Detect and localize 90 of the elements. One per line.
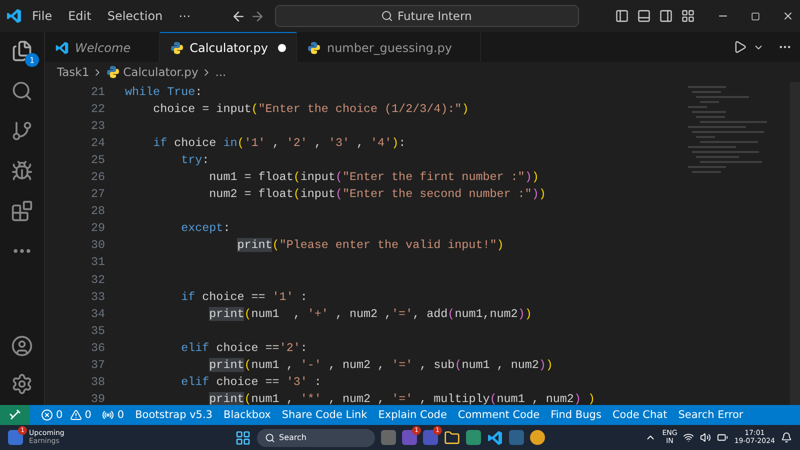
settings-icon[interactable] [11, 373, 33, 395]
antenna-icon [102, 409, 114, 421]
line-number: 29 [90, 221, 106, 236]
line-number: 27 [90, 187, 106, 202]
run-icon[interactable] [733, 40, 747, 54]
menu-item[interactable]: File [26, 7, 58, 25]
code-line: elif choice == '3' : [180, 375, 322, 390]
bug-icon[interactable] [11, 160, 33, 182]
breadcrumb-item[interactable]: ... [215, 65, 226, 79]
code-line: except: [180, 221, 230, 236]
code-line: while True: [125, 84, 202, 99]
start-icon[interactable] [235, 430, 251, 446]
panel-toggle-icon[interactable] [637, 9, 651, 23]
taskbar-search-field[interactable]: Search [257, 428, 375, 446]
code-line: elif choice =='2': [180, 340, 308, 355]
line-number: 23 [90, 118, 106, 133]
line-number: 37 [90, 358, 106, 372]
line-number: 34 [90, 306, 106, 321]
python-icon [306, 40, 321, 54]
python-icon [106, 65, 120, 79]
code-line: if choice in('1' , '2' , '3' , '4'): [152, 136, 406, 150]
warning-icon [70, 409, 82, 421]
menu-item[interactable]: Selection [101, 7, 169, 25]
bell-icon[interactable] [781, 432, 792, 443]
breadcrumb-item[interactable]: Task1 [57, 65, 90, 79]
code-line: try: [180, 152, 210, 167]
sidebar-toggle-icon[interactable] [615, 9, 629, 23]
warning-count: 0 [84, 409, 92, 421]
code-line: print(num1 , '+' , num2 ,'=', add(num1,num2)) [208, 306, 532, 321]
search-icon [381, 10, 394, 22]
command-search-field[interactable]: Future Intern [274, 5, 579, 27]
code-line: num1 = float(input("Enter the firnt number :")) [208, 170, 539, 184]
line-number: 24 [90, 136, 106, 150]
status-item[interactable]: Explain Code [378, 409, 447, 421]
line-number: 25 [90, 152, 106, 167]
search-icon [265, 432, 275, 442]
line-number: 28 [90, 204, 106, 218]
status-item[interactable]: Bootstrap v5.3 [135, 409, 212, 421]
folder-icon[interactable] [444, 430, 460, 446]
remote-button[interactable] [0, 405, 30, 425]
vscode-logo-icon [487, 430, 503, 446]
line-number: 22 [90, 102, 106, 116]
account-icon[interactable] [11, 335, 33, 357]
line-number: 30 [90, 238, 106, 252]
close-icon[interactable] [782, 10, 794, 22]
layout-icon[interactable] [681, 9, 695, 23]
code-line: if choice == '1' : [180, 290, 308, 304]
line-number: 26 [90, 170, 106, 184]
line-number: 33 [90, 290, 106, 304]
problems-status[interactable]: 0 0 [41, 409, 92, 421]
error-count: 0 [56, 409, 63, 421]
unsaved-dot-icon [278, 44, 286, 52]
line-number: 31 [90, 255, 106, 270]
secondary-sidebar-icon[interactable] [659, 9, 673, 23]
status-item[interactable]: Blackbox [224, 409, 271, 421]
line-number: 32 [90, 272, 106, 287]
wifi-icon[interactable] [683, 432, 694, 443]
menu-item[interactable]: Edit [62, 7, 98, 25]
code-line: choice = input("Enter the choice (1/2/3/4):") [152, 102, 469, 116]
ports-count: 0 [117, 409, 124, 421]
status-item[interactable]: Find Bugs [550, 409, 602, 421]
python-icon [170, 40, 184, 54]
ports-status[interactable]: 0 [102, 409, 124, 421]
breadcrumb-item[interactable]: Calculator.py [123, 65, 198, 79]
code-line: num2 = float(input("Enter the second number :")) [208, 187, 546, 202]
editor-tab[interactable]: Calculator.py [160, 32, 297, 62]
menu-item[interactable]: ⋯ [172, 7, 197, 25]
code-line: print("Please enter the valid input!") [236, 238, 504, 252]
files-icon[interactable] [11, 40, 33, 62]
volume-icon[interactable] [700, 432, 712, 443]
line-number: 38 [90, 375, 106, 390]
vscode-logo-icon [6, 8, 22, 24]
error-icon [41, 409, 53, 421]
maximize-icon[interactable] [751, 12, 760, 20]
notification-badge: 1 [25, 53, 39, 67]
vscode-logo-icon [55, 40, 69, 54]
battery-icon[interactable] [717, 432, 728, 443]
branch-icon[interactable] [11, 120, 33, 142]
status-item[interactable]: Code Chat [612, 409, 668, 421]
line-number: 35 [90, 324, 106, 338]
status-item[interactable]: Share Code Link [282, 409, 368, 421]
line-number: 36 [90, 340, 106, 355]
code-line: print(num1 , '-' , num2 , '=' , sub(num1 , num2)) [208, 358, 553, 372]
line-number: 21 [90, 84, 106, 99]
search-icon[interactable] [11, 80, 33, 102]
status-item[interactable]: Search Error [678, 409, 744, 421]
code-line: print(num1 , '*' , num2 , '=' , multiply(num1 , num2) ) [208, 392, 595, 406]
extensions-icon[interactable] [11, 200, 33, 222]
status-item[interactable]: Comment Code [458, 409, 540, 421]
line-number: 39 [90, 392, 106, 406]
